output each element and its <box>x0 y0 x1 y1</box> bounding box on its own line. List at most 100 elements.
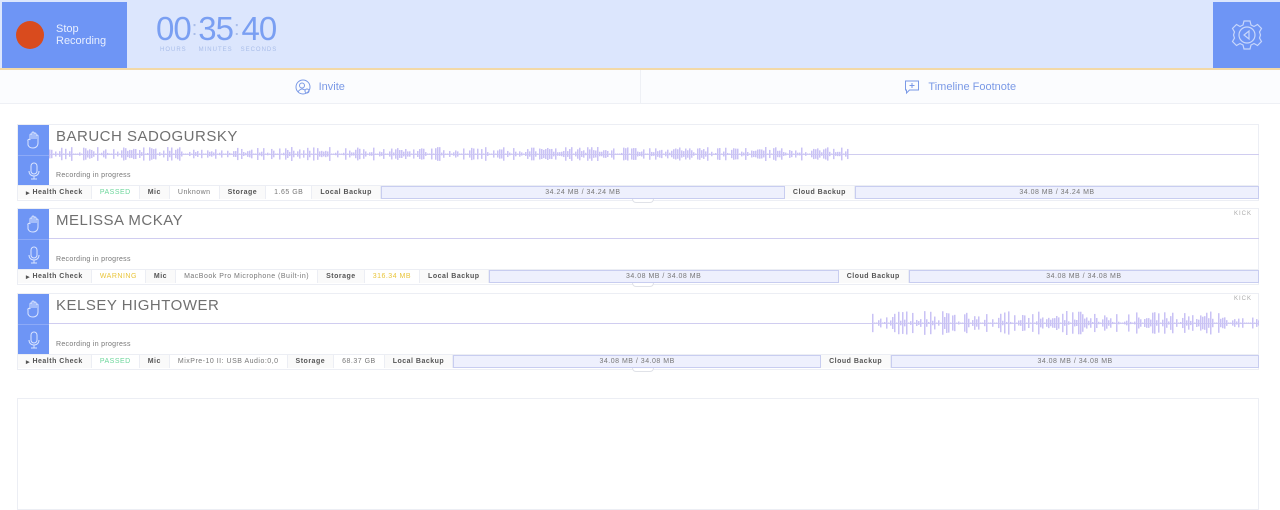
waveform-bar <box>561 152 563 157</box>
waveform-bar <box>1124 322 1126 325</box>
local-backup-label: Local Backup <box>385 355 454 368</box>
raise-hand-button[interactable] <box>18 209 49 239</box>
waveform-bar <box>399 150 401 158</box>
raise-hand-button[interactable] <box>18 294 49 324</box>
hours-label: HOURS <box>160 47 187 53</box>
waveform-bar <box>291 147 293 161</box>
waveform-bar <box>910 321 912 325</box>
waveform-bar <box>545 149 547 159</box>
waveform-bar <box>1166 318 1168 328</box>
waveform-bar <box>575 152 577 157</box>
health-check-toggle[interactable]: ▸ Health Check <box>18 270 92 283</box>
health-check-toggle[interactable]: ▸ Health Check <box>18 186 92 199</box>
waveform-bar <box>555 148 557 159</box>
timer-seconds: 40 <box>242 12 277 46</box>
waveform-bar <box>1202 317 1204 330</box>
waveform-bar <box>337 151 339 158</box>
waveform-bar <box>679 148 681 161</box>
waveform-bar <box>1016 323 1018 324</box>
waveform-bar <box>225 154 227 155</box>
waveform-bar <box>271 149 273 159</box>
waveform-bar <box>771 154 773 155</box>
waveform-bar <box>403 152 405 157</box>
waveform-bar <box>1076 320 1078 326</box>
waveform-bar <box>789 150 791 158</box>
waveform-bar <box>59 151 61 157</box>
waveform-bar <box>415 154 417 155</box>
hand-icon <box>27 300 41 318</box>
timer-hours: 00 <box>156 12 191 46</box>
cloud-backup-label: Cloud Backup <box>839 270 909 283</box>
waveform-bar <box>263 148 265 160</box>
waveform-bar <box>1230 323 1232 324</box>
audio-waveform <box>49 225 1259 251</box>
waveform-bar <box>107 153 109 155</box>
waveform-bar <box>926 319 928 326</box>
stop-recording-button[interactable]: StopRecording <box>2 2 127 68</box>
waveform-bar <box>409 151 411 156</box>
waveform-bar <box>389 151 391 156</box>
mic-button[interactable] <box>18 324 49 354</box>
kick-button[interactable]: KICK <box>1234 296 1252 302</box>
waveform-bar <box>787 154 789 155</box>
waveform-bar <box>307 148 309 160</box>
waveform-bar <box>127 151 129 157</box>
waveform-bar <box>1128 314 1130 331</box>
waveform-bar <box>1258 320 1259 325</box>
waveform-bar <box>65 149 67 159</box>
kick-button[interactable]: KICK <box>1234 211 1252 217</box>
waveform-bar <box>709 154 711 155</box>
timeline-footnote-button[interactable]: Timeline Footnote <box>640 70 1280 103</box>
waveform-bar <box>996 323 998 324</box>
waveform-bar <box>984 320 986 326</box>
waveform-bar <box>1036 321 1038 324</box>
raise-hand-button[interactable] <box>18 125 49 155</box>
waveform-bar <box>457 151 459 156</box>
expand-handle[interactable] <box>632 368 654 372</box>
expand-handle[interactable] <box>632 199 654 203</box>
waveform-bar <box>1170 316 1172 330</box>
waveform-bar <box>896 323 898 324</box>
expand-handle[interactable] <box>632 283 654 287</box>
waveform-bar <box>944 317 946 329</box>
waveform-bar <box>1218 313 1220 333</box>
waveform-bar <box>785 153 787 156</box>
waveform-bar <box>527 149 529 159</box>
waveform-bar <box>733 148 735 160</box>
waveform-bar <box>321 151 323 157</box>
settings-button[interactable] <box>1213 2 1280 68</box>
invite-label: Invite <box>319 81 345 93</box>
waveform-bar <box>1102 319 1104 326</box>
waveform-bar <box>797 153 799 156</box>
invite-button[interactable]: Invite <box>0 70 640 103</box>
waveform-bar <box>287 150 289 158</box>
waveform-bar <box>547 148 549 160</box>
waveform-bar <box>71 147 73 161</box>
waveform-bar <box>301 154 303 155</box>
waveform-bar <box>405 149 407 159</box>
waveform-bar <box>1182 318 1184 328</box>
waveform-bar <box>583 150 585 157</box>
waveform-bar <box>601 152 603 157</box>
waveform-bar <box>819 150 821 157</box>
waveform-bar <box>643 149 645 158</box>
health-check-toggle[interactable]: ▸ Health Check <box>18 355 92 368</box>
toolbar: Invite Timeline Footnote <box>0 70 1280 104</box>
mic-button[interactable] <box>18 155 49 185</box>
mic-label: Mic <box>140 186 170 199</box>
waveform-bar <box>507 151 509 157</box>
waveform-bar <box>1096 318 1098 328</box>
waveform-bar <box>393 153 395 156</box>
waveform-bar <box>375 154 377 155</box>
microphone-icon <box>28 246 40 264</box>
waveform-bar <box>890 320 892 325</box>
waveform-bar <box>934 317 936 330</box>
waveform-bar <box>876 323 878 324</box>
mic-button[interactable] <box>18 239 49 269</box>
waveform-bar <box>1250 323 1252 324</box>
waveform-bar <box>219 153 221 155</box>
waveform-bar <box>1236 321 1238 324</box>
waveform-bar <box>367 154 369 155</box>
waveform-bar <box>325 151 327 157</box>
waveform-bar <box>888 323 890 324</box>
